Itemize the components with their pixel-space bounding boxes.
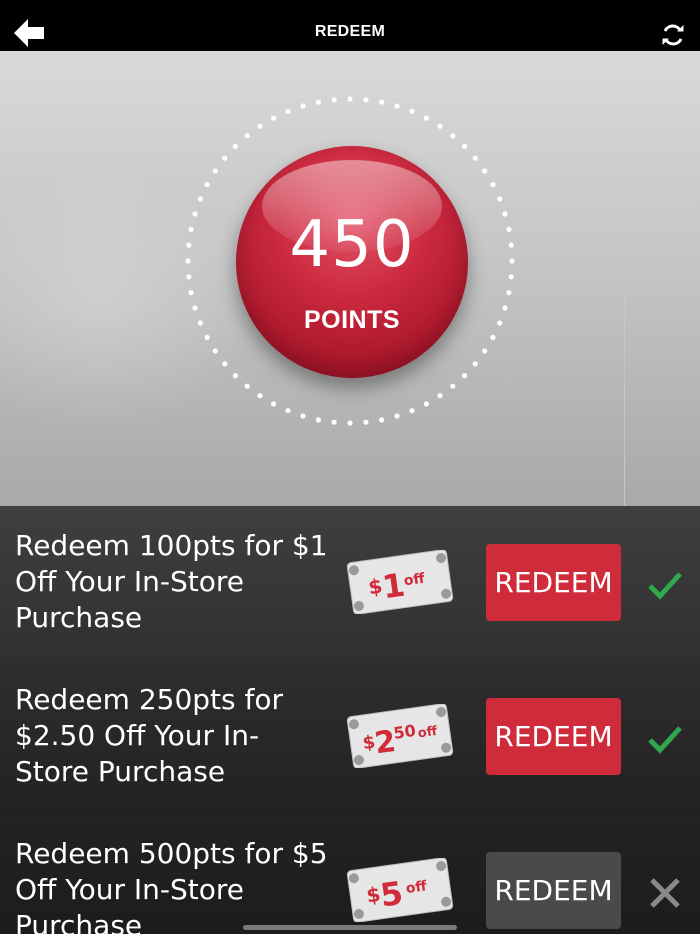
ring-dot <box>212 168 218 174</box>
ring-dot <box>197 196 203 202</box>
ring-dot <box>482 348 488 354</box>
ring-dot <box>244 133 250 139</box>
coupon-image: $ 2 50 off <box>346 704 454 768</box>
background-line <box>624 231 625 506</box>
ring-dot <box>186 274 192 280</box>
ring-dot <box>347 420 353 426</box>
coupon-image: $ 5 off <box>346 858 454 922</box>
ring-dot <box>192 211 198 217</box>
ring-dot <box>363 97 369 103</box>
coupon-image: $ 1 off <box>346 550 454 614</box>
ring-dot <box>450 133 456 139</box>
ring-dot <box>257 123 263 129</box>
ring-dot <box>497 320 503 326</box>
ring-dot <box>450 383 456 389</box>
ring-dot <box>300 103 306 109</box>
ring-dot <box>192 305 198 311</box>
ring-dot <box>472 155 478 161</box>
ring-dot <box>315 417 321 423</box>
ring-dot <box>212 348 218 354</box>
ring-dot <box>506 290 512 296</box>
ring-dot <box>244 383 250 389</box>
svg-text:off: off <box>405 878 429 897</box>
ring-dot <box>379 417 385 423</box>
ring-dot <box>497 196 503 202</box>
ring-dot <box>271 115 277 121</box>
ring-dot <box>232 373 238 379</box>
ring-dot <box>482 168 488 174</box>
ring-dot <box>462 373 468 379</box>
ring-dot <box>185 258 191 264</box>
list-item: Redeem 500pts for $5 Off Your In-Store P… <box>0 814 700 934</box>
ring-dot <box>204 334 210 340</box>
offer-description: Redeem 500pts for $5 Off Your In-Store P… <box>15 837 328 934</box>
checkmark-icon <box>648 726 682 754</box>
ring-dot <box>394 103 400 109</box>
ring-dot <box>188 290 194 296</box>
ring-dot <box>331 97 337 103</box>
ring-dot <box>472 361 478 367</box>
ring-dot <box>232 143 238 149</box>
list-item: Redeem 100pts for $1 Off Your In-Store P… <box>0 506 700 660</box>
x-icon <box>650 878 680 908</box>
points-badge: 450 POINTS <box>236 146 468 378</box>
offer-list[interactable]: Redeem 100pts for $1 Off Your In-Store P… <box>0 506 700 934</box>
svg-text:off: off <box>417 724 439 742</box>
ring-dot <box>423 115 429 121</box>
ring-dot <box>331 419 337 425</box>
top-bar: REDEEM <box>0 0 700 51</box>
ring-dot <box>186 242 192 248</box>
ring-dot <box>363 419 369 425</box>
ring-dot <box>462 143 468 149</box>
coupon-2-50-off-icon: $ 2 50 off <box>346 704 454 768</box>
ring-dot <box>222 361 228 367</box>
ring-dot <box>222 155 228 161</box>
ring-dot <box>347 96 353 102</box>
svg-text:50: 50 <box>392 721 417 743</box>
ring-dot <box>423 401 429 407</box>
svg-text:off: off <box>403 571 427 590</box>
offer-description: Redeem 250pts for $2.50 Off Your In-Stor… <box>15 683 284 788</box>
ring-dot <box>409 108 415 114</box>
coupon-1-off-icon: $ 1 off <box>346 550 454 614</box>
points-label: POINTS <box>303 306 401 334</box>
redeem-button-disabled[interactable]: REDEEM <box>486 852 621 929</box>
ring-dot <box>204 182 210 188</box>
ring-dot <box>315 99 321 105</box>
ring-dot <box>490 334 496 340</box>
page-title: REDEEM <box>314 23 386 40</box>
offer-description: Redeem 100pts for $1 Off Your In-Store P… <box>15 529 328 634</box>
ring-dot <box>197 320 203 326</box>
ring-dot <box>300 413 306 419</box>
ring-dot <box>508 274 514 280</box>
ring-dot <box>257 393 263 399</box>
ring-dot <box>509 258 515 264</box>
coupon-5-off-icon: $ 5 off <box>346 858 454 922</box>
points-hero: 450 POINTS <box>0 51 700 506</box>
refresh-icon <box>662 24 684 46</box>
ring-dot <box>379 99 385 105</box>
ring-dot <box>437 393 443 399</box>
ring-dot <box>508 242 514 248</box>
ring-dot <box>285 108 291 114</box>
ring-dot <box>502 211 508 217</box>
ring-dot <box>394 413 400 419</box>
ring-dot <box>409 408 415 414</box>
ring-dot <box>490 182 496 188</box>
list-item: Redeem 250pts for $2.50 Off Your In-Stor… <box>0 660 700 814</box>
ring-dot <box>271 401 277 407</box>
ring-dot <box>285 408 291 414</box>
points-value: 450 <box>289 208 415 282</box>
ring-dot <box>188 226 194 232</box>
refresh-button[interactable] <box>660 22 686 48</box>
ring-dot <box>437 123 443 129</box>
ring-dot <box>506 226 512 232</box>
redeem-button[interactable]: REDEEM <box>486 698 621 775</box>
redeem-button[interactable]: REDEEM <box>486 544 621 621</box>
home-indicator <box>243 925 457 930</box>
checkmark-icon <box>648 572 682 600</box>
ring-dot <box>502 305 508 311</box>
